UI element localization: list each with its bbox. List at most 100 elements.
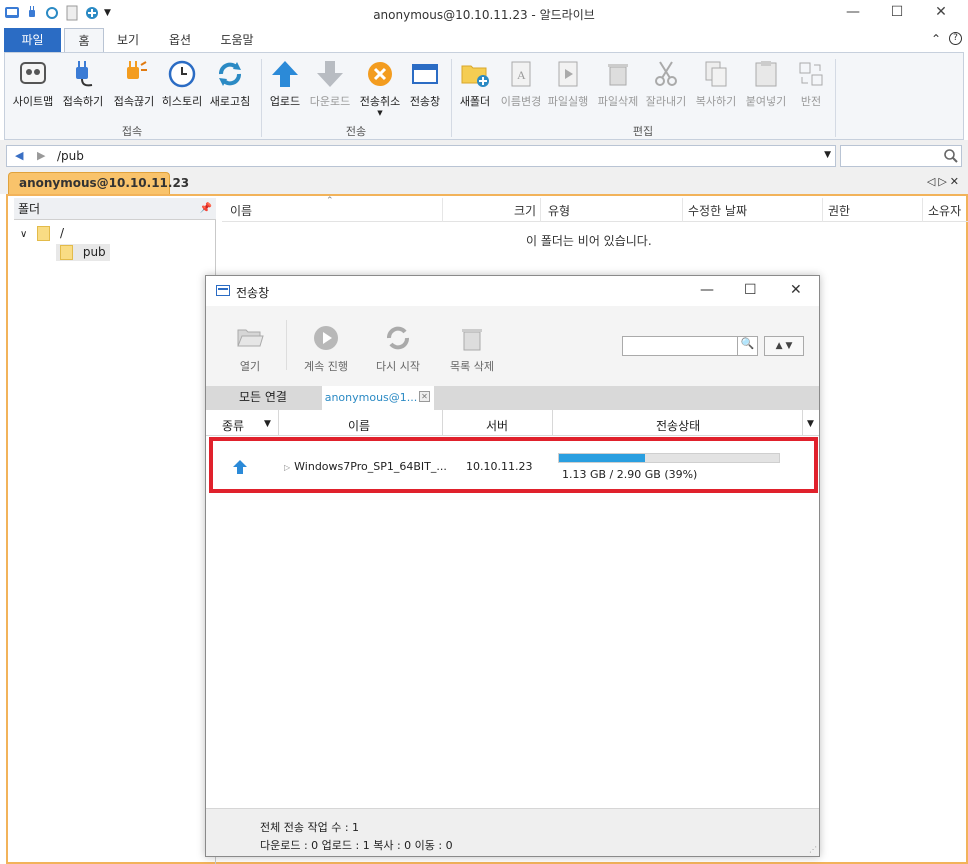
upload-button[interactable]: 업로드 bbox=[265, 59, 305, 117]
move-down-icon[interactable]: ▼ bbox=[785, 341, 792, 351]
column-divider[interactable] bbox=[682, 198, 683, 222]
column-divider[interactable] bbox=[802, 410, 803, 436]
ribbon: 사이트맵 접속하기 접속끊기 히스토리 새로고침 접속 업로드 다운로드 전송취… bbox=[4, 52, 964, 140]
minimize-button[interactable]: — bbox=[838, 4, 868, 24]
transfer-progress-fill bbox=[559, 454, 645, 462]
address-dropdown-icon[interactable]: ▼ bbox=[824, 150, 831, 160]
pin-icon[interactable]: 📌 bbox=[200, 198, 212, 220]
transfer-breakdown: 다운로드 : 0 업로드 : 1 복사 : 0 이동 : 0 bbox=[260, 839, 453, 852]
back-icon[interactable]: ◀ bbox=[15, 149, 23, 162]
address-path[interactable]: /pub bbox=[57, 149, 84, 163]
refresh-button[interactable]: 새로고침 bbox=[205, 59, 255, 117]
tree-item-pub[interactable]: pub bbox=[56, 244, 110, 261]
column-status[interactable]: 전송상태 bbox=[656, 417, 700, 434]
column-divider[interactable] bbox=[278, 410, 279, 436]
copy-icon bbox=[705, 61, 727, 87]
maximize-button[interactable]: ☐ bbox=[882, 4, 912, 24]
unplug-icon bbox=[127, 61, 147, 79]
column-permission[interactable]: 권한 bbox=[828, 202, 850, 219]
tab-view[interactable]: 보기 bbox=[108, 28, 148, 52]
expand-triangle-icon[interactable]: ▷ bbox=[284, 463, 290, 472]
column-divider[interactable] bbox=[442, 410, 443, 436]
empty-folder-message: 이 폴더는 비어 있습니다. bbox=[526, 234, 652, 248]
column-divider[interactable] bbox=[552, 410, 553, 436]
search-icon[interactable] bbox=[943, 148, 959, 164]
rename-button[interactable]: A 이름변경 bbox=[499, 59, 543, 117]
restart-button[interactable]: 다시 시작 bbox=[370, 324, 426, 374]
cancel-transfer-button[interactable]: 전송취소 ▼ bbox=[355, 59, 405, 117]
column-divider[interactable] bbox=[822, 198, 823, 222]
resize-grip-icon[interactable]: ⋰ bbox=[809, 845, 817, 854]
type-filter-dropdown-icon[interactable]: ▼ bbox=[264, 419, 271, 429]
move-up-down-buttons[interactable]: ▲ ▼ bbox=[764, 336, 804, 356]
restart-icon bbox=[387, 326, 409, 350]
delete-file-button[interactable]: 파일삭제 bbox=[595, 59, 641, 117]
invert-button[interactable]: 반전 bbox=[793, 59, 829, 117]
cut-button[interactable]: 잘라내기 bbox=[643, 59, 689, 117]
total-transfer-count: 전체 전송 작업 수 : 1 bbox=[260, 821, 360, 834]
svg-text:A: A bbox=[517, 68, 526, 82]
close-tab-icon[interactable]: ✕ bbox=[419, 391, 430, 402]
plug-icon bbox=[76, 61, 93, 87]
transfer-minimize-button[interactable]: — bbox=[700, 282, 714, 298]
column-name[interactable]: 이름 bbox=[348, 417, 370, 434]
toolbar-separator bbox=[286, 320, 287, 370]
tab-file[interactable]: 파일 bbox=[4, 28, 61, 52]
open-button[interactable]: 열기 bbox=[230, 324, 270, 374]
transfer-search-input[interactable]: 🔍 bbox=[622, 336, 758, 356]
disconnect-button[interactable]: 접속끊기 bbox=[109, 59, 159, 117]
tab-session[interactable]: anonymous@1... ✕ bbox=[322, 386, 434, 410]
column-divider[interactable] bbox=[922, 198, 923, 222]
group-label-transfer: 전송 bbox=[345, 125, 367, 138]
session-tab[interactable]: anonymous@10.10.11.23 bbox=[8, 172, 189, 194]
column-owner[interactable]: 소유자 bbox=[928, 202, 961, 219]
help-icon[interactable]: ? bbox=[949, 32, 962, 45]
column-divider[interactable] bbox=[442, 198, 443, 222]
transfer-row[interactable]: ▷ Windows7Pro_SP1_64BIT_... 10.10.11.23 1… bbox=[206, 436, 819, 496]
transfer-close-button[interactable]: ✕ bbox=[790, 282, 802, 298]
column-type[interactable]: 유형 bbox=[548, 202, 570, 219]
sort-indicator-icon: ⌃ bbox=[326, 196, 334, 206]
clear-list-button[interactable]: 목록 삭제 bbox=[444, 324, 500, 374]
history-button[interactable]: 히스토리 bbox=[157, 59, 207, 117]
connect-button[interactable]: 접속하기 bbox=[59, 59, 107, 117]
next-tab-icon[interactable]: ▷ bbox=[938, 175, 949, 188]
collapse-ribbon-icon[interactable]: ⌃ bbox=[931, 32, 941, 46]
search-input[interactable] bbox=[840, 145, 962, 167]
tree-item-root[interactable]: ∨ / bbox=[20, 226, 64, 241]
expand-chevron-icon[interactable]: ∨ bbox=[20, 229, 27, 240]
move-up-icon[interactable]: ▲ bbox=[776, 341, 783, 351]
transfer-footer: 전체 전송 작업 수 : 1 다운로드 : 0 업로드 : 1 복사 : 0 이… bbox=[206, 808, 819, 856]
status-filter-dropdown-icon[interactable]: ▼ bbox=[807, 419, 814, 429]
address-bar[interactable]: ◀ ▶ /pub ▼ bbox=[6, 145, 836, 167]
download-button[interactable]: 다운로드 bbox=[305, 59, 355, 117]
refresh-icon bbox=[219, 62, 241, 86]
new-folder-button[interactable]: 새폴더 bbox=[455, 59, 495, 117]
column-divider[interactable] bbox=[540, 198, 541, 222]
close-tab-icon[interactable]: ✕ bbox=[950, 175, 962, 188]
column-server[interactable]: 서버 bbox=[486, 417, 508, 434]
paste-button[interactable]: 붙여넣기 bbox=[741, 59, 791, 117]
transfer-window-button[interactable]: 전송창 bbox=[405, 59, 445, 117]
tab-help[interactable]: 도움말 bbox=[212, 28, 262, 52]
search-icon[interactable]: 🔍 bbox=[737, 337, 757, 355]
column-size[interactable]: 크기 bbox=[514, 202, 536, 219]
tab-all-connections[interactable]: 모든 연결 bbox=[206, 386, 320, 410]
folder-icon bbox=[60, 245, 73, 260]
column-type[interactable]: 종류 bbox=[222, 417, 244, 434]
tab-options[interactable]: 옵션 bbox=[160, 28, 200, 52]
forward-icon[interactable]: ▶ bbox=[37, 149, 45, 162]
prev-tab-icon[interactable]: ◁ bbox=[927, 175, 938, 188]
resume-button[interactable]: 계속 진행 bbox=[298, 324, 354, 374]
close-button[interactable]: ✕ bbox=[926, 4, 956, 24]
clock-icon bbox=[168, 60, 196, 88]
tab-home[interactable]: 홈 bbox=[64, 28, 104, 52]
transfer-maximize-button[interactable]: ☐ bbox=[744, 282, 757, 298]
copy-button[interactable]: 복사하기 bbox=[693, 59, 739, 117]
column-name[interactable]: 이름 bbox=[230, 202, 252, 219]
sitemap-button[interactable]: 사이트맵 bbox=[9, 59, 57, 117]
run-file-button[interactable]: 파일실행 bbox=[545, 59, 591, 117]
column-modified[interactable]: 수정한 날짜 bbox=[688, 202, 747, 219]
transfer-window-icon bbox=[216, 285, 230, 296]
cancel-transfer-dropdown-icon[interactable]: ▼ bbox=[355, 109, 405, 117]
